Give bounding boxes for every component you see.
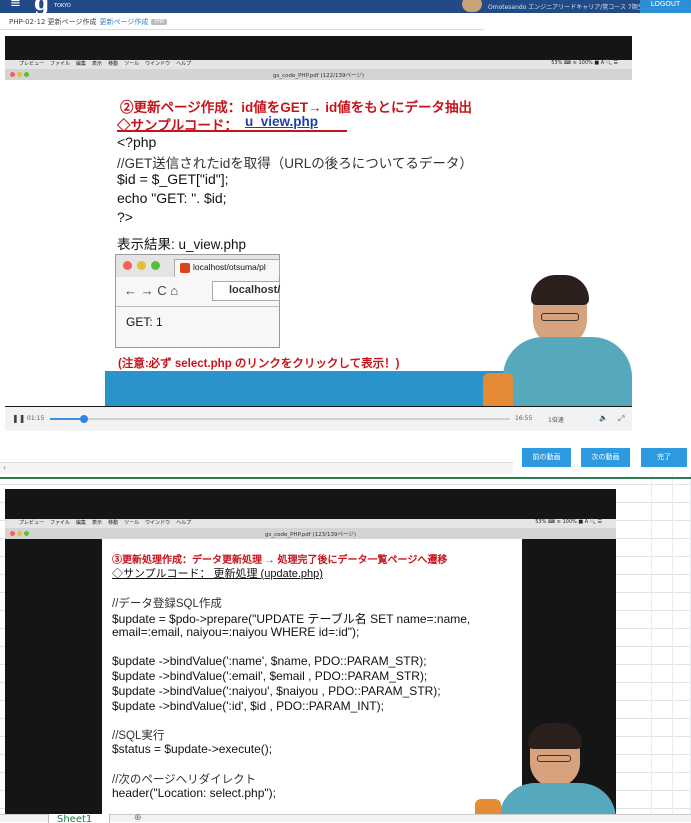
lesson-subtitle-link[interactable]: 更新ページ作成 [100,18,149,26]
complete-button[interactable]: 完了 [641,448,687,467]
video-nav-panel: 前の動画 次の動画 完了 [513,440,691,474]
volume-icon[interactable]: 🔈 [599,414,608,422]
code-line: email=:email, naiyou=:naiyou WHERE id=:i… [112,625,360,639]
divider [0,29,484,30]
sheet-tab-bar: Sheet1 ⊕ [0,813,691,823]
code-line: $update ->bindValue(':name', $name, PDO:… [112,654,427,668]
avatar[interactable] [462,0,482,12]
video-player-2[interactable]: プレビュー ファイル 編集 表示 移動 ツール ウインドウ ヘルプ 53% ⌨ ≋ 100% … [5,489,616,822]
pdf-slide: ②更新ページ作成：id値をGET→ id値をもとにデータ抽出 ◇サンプルコード：… [5,80,632,406]
pdf-window-titlebar: gs_code_PHP.pdf (123/139ページ) [5,528,616,539]
slide-heading: ③更新処理作成：データ更新処理 → 処理完了後にデータ一覧ページへ遷移 [112,555,448,566]
sheet-header-line [0,477,691,479]
code-line: header("Location: select.php"); [112,786,276,800]
pdf-window-titlebar: gs_code_PHP.pdf (122/139ページ) [5,69,632,80]
playback-speed-select[interactable]: 1倍速 [548,415,564,424]
pdf-title: gs_code_PHP.pdf (122/139ページ) [273,73,364,79]
fullscreen-icon[interactable]: ⤢ [618,414,624,424]
top-header: ≡ g TOKYO Omotesando エンジニアリードキャリア/覚コース 7… [0,0,691,13]
site-logo-sub: TOKYO [54,3,71,9]
code-comment: //データ登録SQL作成 [112,598,222,610]
code-line: $status = $update->execute(); [112,742,273,756]
favicon-icon [180,263,190,273]
video-player[interactable]: プレビュー ファイル 編集 表示 移動 ツール ウインドウ ヘルプ 53% ⌨ ≋ 100% … [5,36,632,430]
code-comment: //SQL実行 [112,730,165,742]
browser-output: GET: 1 [126,315,163,329]
pdf-title: gs_code_PHP.pdf (123/139ページ) [265,532,356,538]
browser-tab-title: localhost/otsuma/pl [193,262,266,272]
logout-button[interactable]: LOGOUT [640,0,691,13]
code-line: //GET送信されたidを取得（URLの後ろについてるデータ） [117,156,473,171]
slide-sample-file: u_view.php [245,114,319,129]
slide-heading: ②更新ページ作成：id値をGET→ id値をもとにデータ抽出 [120,100,472,115]
code-line: ?> [117,209,133,225]
code-line: $update ->bindValue(':naiyou', $naiyou ,… [112,684,441,698]
site-logo[interactable]: g [34,0,49,13]
horizontal-scrollbar[interactable]: ‹ [0,462,513,474]
result-label: 表示結果: u_view.php [117,237,247,252]
code-line: <?php [117,134,157,150]
browser-url: localhost/ [229,284,281,296]
code-line: $id = $_GET["id"]; [117,171,229,187]
presenter-video [475,721,616,822]
seek-bar-progress [50,418,85,420]
mac-menu-bar: プレビュー ファイル 編集 表示 移動 ツール ウインドウ ヘルプ 53% ⌨ ≋ 100% … [5,519,616,528]
video-controls: ❚❚ 01:15 16:55 1倍速 🔈 ⤢ [5,407,632,431]
code-line: $update ->bindValue(':id', $id , PDO::PA… [112,699,384,713]
scroll-left-icon[interactable]: ‹ [3,463,6,472]
presenter-video [483,255,632,406]
slide-note: (注意:必ず select.php のリンクをクリックして表示！) [118,358,400,370]
hamburger-menu-icon[interactable]: ≡ [10,0,21,10]
next-video-button[interactable]: 次の動画 [581,448,630,467]
seek-handle[interactable] [80,415,89,423]
seek-bar[interactable] [50,418,510,420]
breadcrumb: PHP-02-12 更新ページ作成 更新ページ作成 PHP [9,17,168,27]
lesson-title: PHP-02-12 更新ページ作成 [9,18,97,26]
slide-footer-band [105,371,505,406]
user-name: Omotesando エンジニアリードキャリア/覚コース 7期生 [488,4,644,11]
prev-video-button[interactable]: 前の動画 [522,448,571,467]
category-badge: PHP [151,19,168,25]
current-time: 01:15 [27,415,45,422]
code-line: $update ->bindValue(':email', $email , P… [112,669,428,683]
code-comment: //次のページへリダイレクト [112,774,257,786]
duration: 16:55 [515,415,533,422]
mac-menu-bar: プレビュー ファイル 編集 表示 移動 ツール ウインドウ ヘルプ 53% ⌨ ≋ 100% … [5,60,632,69]
browser-nav-icons: ← → C ⌂ [124,283,179,298]
code-line: echo "GET: ". $id; [117,190,227,206]
browser-mockup: localhost/otsuma/pl ← → C ⌂ localhost/ G… [115,254,280,348]
pdf-slide-2: ③更新処理作成：データ更新処理 → 処理完了後にデータ一覧ページへ遷移 ◇サンプ… [102,539,522,822]
pause-icon[interactable]: ❚❚ [12,414,25,423]
slide-sample-label: ◇サンプルコード： 更新処理 (update.php) [112,568,323,580]
